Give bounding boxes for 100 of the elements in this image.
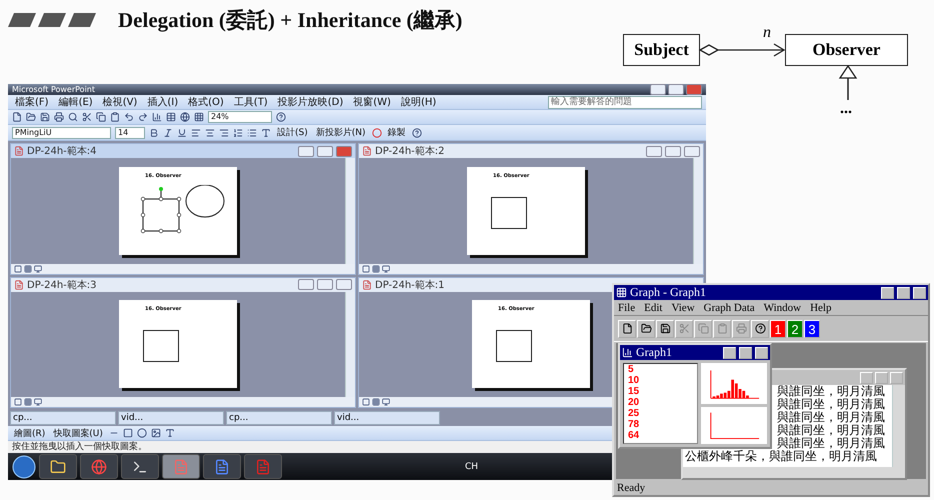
- menu-item[interactable]: View: [671, 302, 695, 314]
- view-icon[interactable]: [372, 398, 380, 406]
- scissors-icon[interactable]: [82, 112, 92, 122]
- start-button[interactable]: [12, 454, 36, 478]
- text-line: 與誰同坐，明月清風: [776, 385, 886, 398]
- minimized-window[interactable]: cp...: [10, 411, 116, 425]
- menu-item[interactable]: Edit: [644, 302, 662, 314]
- menu-item[interactable]: File: [618, 302, 636, 314]
- toolbar-button[interactable]: [618, 320, 636, 338]
- toolbar-button[interactable]: 新投影片(N): [314, 126, 368, 139]
- taskbar-button[interactable]: [203, 454, 241, 479]
- menu-item[interactable]: 檔案(F): [12, 95, 52, 109]
- scrollbar[interactable]: [345, 158, 355, 264]
- scrollbar[interactable]: [345, 292, 355, 397]
- document-icon[interactable]: [362, 146, 372, 156]
- save-icon[interactable]: [40, 112, 50, 122]
- view-icon[interactable]: [382, 264, 390, 272]
- view-icon[interactable]: [362, 264, 370, 272]
- numbered-list-icon[interactable]: [233, 128, 243, 138]
- toolbar-button[interactable]: [751, 320, 769, 338]
- menu-item[interactable]: 格式(O): [185, 95, 227, 109]
- font-field[interactable]: PMingLiU: [12, 126, 111, 138]
- scrollbar[interactable]: [693, 158, 703, 264]
- minimized-window[interactable]: vid...: [334, 411, 440, 425]
- view-icon[interactable]: [14, 398, 22, 406]
- image-icon[interactable]: [150, 428, 161, 438]
- clipboard-icon[interactable]: [110, 112, 120, 122]
- taskbar-button[interactable]: [39, 454, 77, 479]
- toolbar-button[interactable]: 繪圖(R): [12, 426, 48, 440]
- taskbar-button[interactable]: [80, 454, 118, 479]
- view-icon[interactable]: [14, 264, 22, 272]
- graph-button[interactable]: 1: [770, 320, 786, 338]
- help-search-field[interactable]: 輸入需要解答的問題: [548, 96, 702, 108]
- toolbar-button[interactable]: 設計(S): [275, 126, 310, 139]
- document-icon[interactable]: [14, 146, 24, 156]
- toolbar-button[interactable]: [656, 320, 674, 338]
- chart-icon[interactable]: [152, 112, 162, 122]
- rectangle-icon[interactable]: [122, 428, 133, 438]
- table-icon[interactable]: [166, 112, 176, 122]
- slide-title: Delegation (委託) + Inheritance (繼承): [118, 7, 462, 34]
- font-color-icon[interactable]: [261, 128, 271, 138]
- scrollbar[interactable]: [683, 467, 905, 478]
- record-button[interactable]: 錄製: [386, 126, 408, 139]
- folder-icon[interactable]: [26, 112, 36, 122]
- bullet-list-icon[interactable]: [247, 128, 257, 138]
- view-icon[interactable]: [34, 398, 42, 406]
- text-line: 與誰同坐，明月清風: [776, 437, 886, 450]
- file-icon: [622, 323, 632, 334]
- printer-icon: [736, 323, 746, 334]
- align-left-icon[interactable]: [191, 128, 201, 138]
- app-icon[interactable]: [616, 287, 627, 298]
- underline-icon[interactable]: [177, 128, 187, 138]
- bold-icon[interactable]: [149, 128, 159, 138]
- menu-item[interactable]: Help: [810, 302, 832, 314]
- italic-icon[interactable]: [163, 128, 173, 138]
- view-icon[interactable]: [24, 264, 32, 272]
- help-icon[interactable]: [276, 112, 286, 122]
- grid-icon[interactable]: [194, 112, 204, 122]
- document-icon[interactable]: [362, 280, 372, 290]
- menu-item[interactable]: 工具(T): [230, 95, 271, 109]
- globe-icon[interactable]: [180, 112, 190, 122]
- menu-item[interactable]: 投影片放映(D): [274, 95, 346, 109]
- view-icon[interactable]: [372, 264, 380, 272]
- graph-button[interactable]: 3: [804, 320, 820, 338]
- toolbar-button[interactable]: 快取圖案(U): [51, 426, 105, 440]
- view-icon[interactable]: [24, 398, 32, 406]
- language-indicator[interactable]: CH: [465, 462, 478, 472]
- font-color-icon[interactable]: [164, 428, 175, 438]
- scrollbar[interactable]: [892, 385, 905, 467]
- copy-icon[interactable]: [96, 112, 106, 122]
- view-icon[interactable]: [362, 398, 370, 406]
- record-icon[interactable]: [372, 128, 382, 138]
- view-icon[interactable]: [34, 264, 42, 272]
- zoom-field[interactable]: 24%: [208, 111, 272, 123]
- inheritance-arrow: [838, 64, 858, 100]
- minimized-window[interactable]: cp...: [226, 411, 332, 425]
- menu-item[interactable]: Window: [764, 302, 802, 314]
- oval-icon[interactable]: [136, 428, 147, 438]
- taskbar-button[interactable]: [121, 454, 159, 479]
- menu-item[interactable]: 檢視(V): [100, 95, 140, 109]
- help-icon[interactable]: [412, 128, 422, 138]
- font-size-field[interactable]: 14: [115, 126, 145, 138]
- redo-icon[interactable]: [138, 112, 148, 122]
- align-right-icon[interactable]: [219, 128, 229, 138]
- align-center-icon[interactable]: [205, 128, 215, 138]
- view-icon[interactable]: [382, 398, 390, 406]
- minimized-window[interactable]: vid...: [118, 411, 224, 425]
- menu-item[interactable]: 編輯(E): [56, 95, 96, 109]
- menu-item[interactable]: 說明(H): [398, 95, 440, 109]
- toolbar-button[interactable]: [637, 320, 655, 338]
- value-item: 64: [628, 430, 640, 441]
- graph-button[interactable]: 2: [787, 320, 803, 338]
- menu-item[interactable]: 視窗(W): [350, 95, 394, 109]
- menu-item[interactable]: 插入(I): [144, 95, 182, 109]
- menu-item[interactable]: Graph Data: [704, 302, 755, 314]
- undo-icon[interactable]: [124, 112, 134, 122]
- printer-icon[interactable]: [54, 112, 64, 122]
- file-icon[interactable]: [12, 112, 22, 122]
- search-icon[interactable]: [68, 112, 78, 122]
- document-icon[interactable]: [14, 280, 24, 290]
